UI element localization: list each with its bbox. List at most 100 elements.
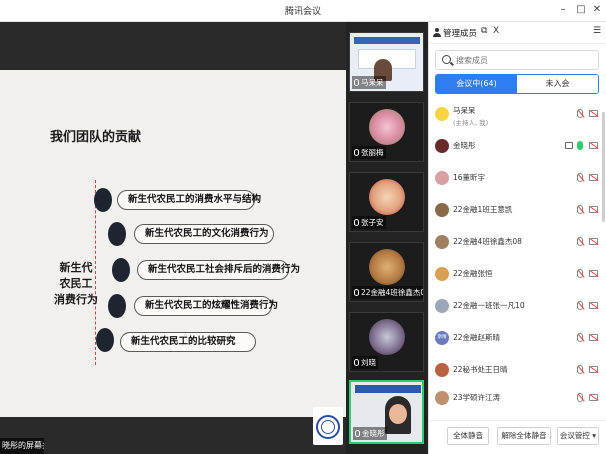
camera-off-icon[interactable]: [589, 110, 598, 117]
mic-off-icon[interactable]: [577, 365, 583, 374]
mic-off-icon[interactable]: [577, 393, 583, 402]
participant-avatar: [368, 179, 405, 215]
video-nametag: 金晓彤: [353, 427, 387, 440]
panel-close-button[interactable]: X: [493, 26, 499, 36]
member-row[interactable]: 马呆呆 (主持人, 我): [429, 102, 601, 132]
camera-off-icon[interactable]: [589, 334, 598, 341]
search-input[interactable]: [456, 53, 596, 67]
cat-avatar: [368, 249, 405, 285]
slide-node: [112, 258, 130, 282]
mic-off-icon[interactable]: [577, 333, 583, 342]
member-avatar: [435, 171, 449, 185]
mute-all-button[interactable]: 全体静音: [447, 427, 489, 445]
video-nametag: 刘晓: [352, 356, 378, 369]
member-name: 22金融一班张一凡10: [453, 301, 525, 310]
camera-off-icon[interactable]: [589, 206, 598, 213]
slide-item: 新生代农民工的消费水平与结构: [117, 190, 261, 210]
person-icon: [433, 28, 441, 37]
video-tile[interactable]: 张丽梅: [349, 102, 424, 162]
participant-face: [389, 404, 407, 424]
member-row[interactable]: 22秘书处王日晴: [429, 358, 601, 388]
camera-off-icon[interactable]: [589, 394, 598, 401]
member-name: 金晓彤: [453, 141, 476, 150]
mic-icon: [354, 149, 359, 156]
video-nametag: 22金融4班徐鑫杰08: [352, 286, 423, 299]
mic-off-icon[interactable]: [577, 109, 583, 118]
participant-avatar: [368, 319, 405, 355]
slide-item: 新生代农民工的文化消费行为: [134, 224, 274, 244]
video-tiles-column: 马呆呆 张丽梅 张子安 22金融4班徐鑫杰08 刘晓 金晓彤: [346, 22, 428, 454]
mic-icon: [354, 289, 359, 296]
title-bar: 腾讯会议 – □ ✕: [0, 0, 606, 22]
member-name: 22金融1班王意凯: [453, 205, 513, 214]
flower-avatar: [368, 109, 405, 145]
video-nametag: 马呆呆: [352, 76, 386, 89]
mic-on-icon[interactable]: [577, 141, 583, 150]
menu-icon[interactable]: ☰: [593, 26, 601, 36]
camera-off-icon[interactable]: [589, 238, 598, 245]
slide-side-label: 新生代 农民工 消费行为: [54, 261, 98, 306]
slide-item: 新生代农民工的比较研究: [120, 332, 256, 352]
window-title: 腾讯会议: [284, 7, 321, 17]
mic-off-icon[interactable]: [577, 237, 583, 246]
close-button[interactable]: ✕: [590, 3, 604, 17]
slide-thumbnail-header: [354, 37, 420, 44]
member-row[interactable]: 斯晴 22金融赵斯晴: [429, 326, 601, 356]
member-avatar: [435, 299, 449, 313]
member-list: 马呆呆 (主持人, 我) 金晓彤 16董昕宇 22金融1班王意凯 22金融4班徐…: [429, 102, 606, 405]
video-tile[interactable]: 刘晓: [349, 312, 424, 372]
university-seal-icon: [313, 407, 343, 445]
video-tile[interactable]: 马呆呆: [349, 32, 424, 92]
member-row[interactable]: 22金融一班张一凡10: [429, 294, 601, 324]
camera-off-icon[interactable]: [589, 270, 598, 277]
member-list-scrollbar[interactable]: [602, 112, 605, 222]
member-row[interactable]: 22金融1班王意凯: [429, 198, 601, 228]
member-row[interactable]: 23学硕许江涛: [429, 386, 601, 416]
camera-off-icon[interactable]: [589, 142, 598, 149]
banner-thumbnail: [355, 385, 421, 393]
member-avatar: [435, 203, 449, 217]
camera-off-icon[interactable]: [589, 366, 598, 373]
video-tile[interactable]: 张子安: [349, 172, 424, 232]
slide-node: [94, 188, 112, 212]
member-name: 22金融张恒: [453, 269, 493, 278]
camera-off-icon[interactable]: [589, 302, 598, 309]
search-icon: [442, 55, 451, 64]
slide-item: 新生代农民工的炫耀性消费行为: [134, 296, 278, 316]
video-tile[interactable]: 22金融4班徐鑫杰08: [349, 242, 424, 302]
mic-off-icon[interactable]: [577, 205, 583, 214]
member-row[interactable]: 16董昕宇: [429, 166, 601, 196]
tab-not-joined[interactable]: 未入会: [517, 75, 598, 93]
meeting-control-button[interactable]: 会议管控 ▾: [557, 427, 599, 445]
video-nametag: 张子安: [352, 216, 386, 229]
camera-off-icon[interactable]: [589, 174, 598, 181]
mic-off-icon[interactable]: [577, 269, 583, 278]
member-avatar: [435, 235, 449, 249]
member-avatar: 斯晴: [435, 331, 449, 345]
popout-icon[interactable]: ⧉: [481, 26, 487, 36]
member-search[interactable]: [435, 50, 599, 70]
screen-share-icon: [565, 142, 573, 149]
member-row[interactable]: 金晓彤: [429, 134, 601, 164]
slide-node: [108, 294, 126, 318]
mic-icon: [354, 219, 359, 226]
mic-off-icon[interactable]: [577, 301, 583, 310]
panel-title: 管理成员: [443, 29, 478, 39]
member-name: 马呆呆: [453, 106, 476, 115]
panel-header: 管理成员 ⧉ X ☰: [429, 22, 606, 44]
video-tile-active-speaker[interactable]: 金晓彤: [349, 380, 424, 444]
mic-off-icon[interactable]: [577, 173, 583, 182]
unmute-all-button[interactable]: 解除全体静音: [497, 427, 551, 445]
tab-in-meeting[interactable]: 会议中(64): [436, 75, 517, 93]
shared-screen[interactable]: 我们团队的贡献 新生代 农民工 消费行为 新生代农民工的消费水平与结构 新生代农…: [0, 22, 346, 454]
member-avatar: [435, 363, 449, 377]
maximize-button[interactable]: □: [574, 3, 588, 17]
minimize-button[interactable]: –: [556, 3, 570, 17]
member-avatar: [435, 267, 449, 281]
member-row[interactable]: 22金融4班徐鑫杰08: [429, 230, 601, 260]
member-row[interactable]: 22金融张恒: [429, 262, 601, 292]
mic-icon: [355, 430, 360, 437]
member-name: 16董昕宇: [453, 173, 486, 182]
screen-share-tag: 晓彤的屏幕共享: [0, 438, 44, 454]
member-name: 22金融4班徐鑫杰08: [453, 237, 522, 246]
